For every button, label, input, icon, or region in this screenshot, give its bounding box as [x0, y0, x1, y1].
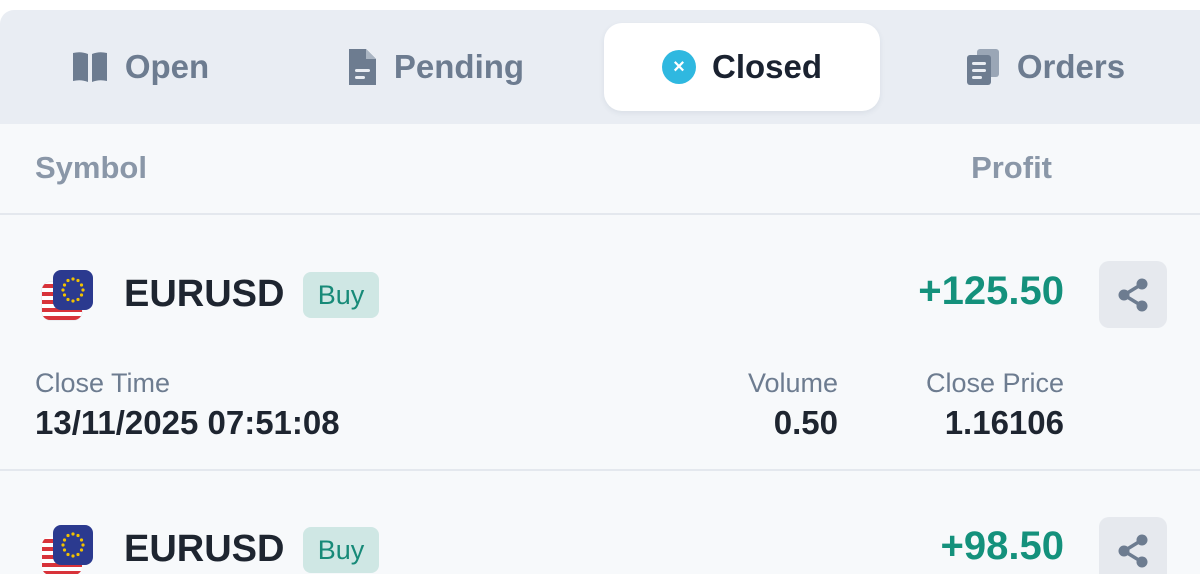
clipboard-stack-icon: [965, 47, 1001, 87]
document-icon: [346, 47, 378, 87]
trade-symbol: EURUSD: [124, 273, 285, 315]
trade-row[interactable]: EURUSD Buy +125.50 Close Time 13/11/2025…: [0, 215, 1200, 470]
tab-orders[interactable]: Orders: [950, 23, 1140, 111]
share-button[interactable]: [1099, 261, 1167, 328]
tab-bar: Open Pending × Closed Orders: [0, 10, 1200, 124]
volume-label: Volume: [747, 368, 838, 398]
close-time-label: Close Time: [35, 368, 171, 398]
trade-profit: +98.50: [940, 524, 1064, 568]
tab-orders-label: Orders: [1016, 48, 1126, 85]
share-icon: [1118, 534, 1148, 567]
tab-closed[interactable]: × Closed: [604, 23, 880, 111]
volume-value: 0.50: [773, 404, 838, 441]
eur-usd-flag-icon: [40, 523, 94, 574]
column-header-profit: Profit: [971, 150, 1052, 185]
side-badge: Buy: [303, 272, 379, 318]
share-button[interactable]: [1099, 517, 1167, 574]
tab-open-label: Open: [124, 48, 210, 85]
tab-pending-label: Pending: [393, 48, 525, 85]
trade-profit: +125.50: [918, 269, 1064, 313]
tab-closed-label: Closed: [711, 48, 823, 85]
trade-symbol: EURUSD: [124, 528, 285, 570]
close-circle-icon: ×: [661, 50, 696, 84]
share-icon: [1118, 278, 1148, 311]
close-price-value: 1.16106: [944, 404, 1064, 441]
close-time-value: 13/11/2025 07:51:08: [35, 404, 340, 441]
closed-trades-panel: Symbol Profit EURUSD Buy +125.50 Close T…: [0, 124, 1200, 574]
eur-usd-flag-icon: [40, 268, 94, 322]
book-icon: [71, 50, 109, 84]
close-price-label: Close Price: [925, 368, 1064, 398]
tab-open[interactable]: Open: [50, 23, 230, 111]
column-header-symbol: Symbol: [35, 150, 147, 185]
side-badge: Buy: [303, 527, 379, 573]
tab-pending[interactable]: Pending: [330, 23, 540, 111]
trade-row[interactable]: EURUSD Buy +98.50: [0, 471, 1200, 574]
